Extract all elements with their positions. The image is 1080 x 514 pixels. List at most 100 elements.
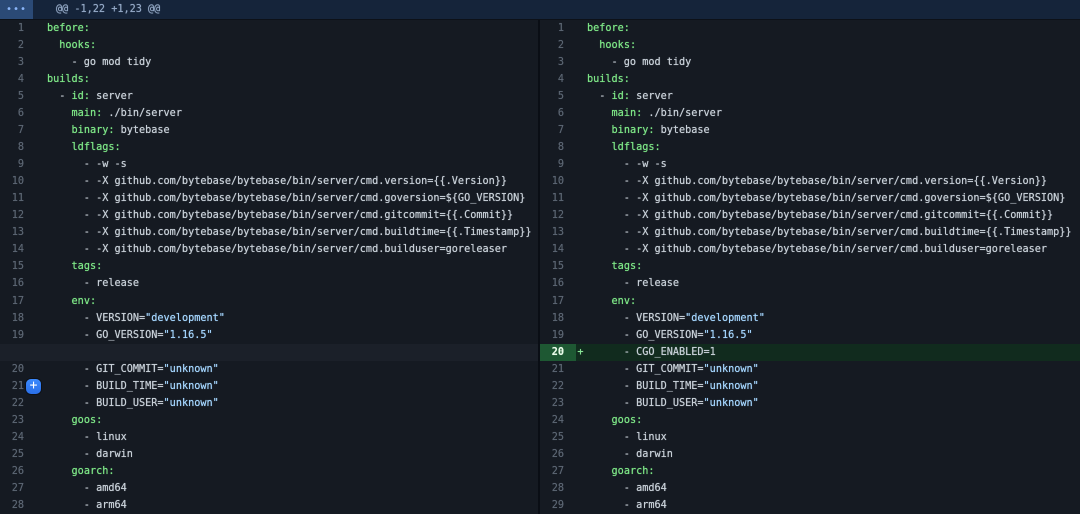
new-line-code[interactable]: env: <box>576 293 1080 310</box>
new-line-number[interactable]: 14 <box>540 241 576 258</box>
old-line-code[interactable]: - -X github.com/bytebase/bytebase/bin/se… <box>36 241 538 258</box>
new-line-number[interactable]: 6 <box>540 105 576 122</box>
new-line-code[interactable]: - -X github.com/bytebase/bytebase/bin/se… <box>576 224 1080 241</box>
new-line-number[interactable]: 11 <box>540 190 576 207</box>
old-line-number[interactable]: 18 <box>0 310 36 327</box>
old-line-number[interactable]: 5 <box>0 88 36 105</box>
new-line-code[interactable]: - -w -s <box>576 156 1080 173</box>
old-line-number[interactable]: 22 <box>0 395 36 412</box>
old-line-number[interactable]: 4 <box>0 71 36 88</box>
old-line-code[interactable]: - VERSION="development" <box>36 310 538 327</box>
old-line-code[interactable]: - release <box>36 275 538 292</box>
new-line-code[interactable]: - darwin <box>576 446 1080 463</box>
new-line-code[interactable]: - -X github.com/bytebase/bytebase/bin/se… <box>576 241 1080 258</box>
new-line-number[interactable]: 19 <box>540 327 576 344</box>
old-line-number[interactable]: 9 <box>0 156 36 173</box>
new-line-code[interactable]: - GO_VERSION="1.16.5" <box>576 327 1080 344</box>
old-line-code[interactable]: - -X github.com/bytebase/bytebase/bin/se… <box>36 190 538 207</box>
new-line-code[interactable]: - go mod tidy <box>576 54 1080 71</box>
new-line-code[interactable]: goos: <box>576 412 1080 429</box>
old-line-code[interactable]: - -X github.com/bytebase/bytebase/bin/se… <box>36 173 538 190</box>
new-line-code[interactable]: + - CGO_ENABLED=1 <box>576 344 1080 361</box>
new-line-code[interactable]: - arm64 <box>576 497 1080 514</box>
old-line-code[interactable]: env: <box>36 293 538 310</box>
old-line-number[interactable]: 1 <box>0 20 36 37</box>
new-line-number[interactable]: 4 <box>540 71 576 88</box>
new-line-number[interactable]: 3 <box>540 54 576 71</box>
new-line-number[interactable]: 15 <box>540 258 576 275</box>
old-line-number[interactable]: 17 <box>0 293 36 310</box>
old-line-code[interactable]: - arm64 <box>36 497 538 514</box>
new-line-number[interactable]: 22 <box>540 378 576 395</box>
new-line-code[interactable]: - BUILD_TIME="unknown" <box>576 378 1080 395</box>
old-line-code[interactable]: - GO_VERSION="1.16.5" <box>36 327 538 344</box>
old-line-number[interactable]: 6 <box>0 105 36 122</box>
new-line-number[interactable]: 24 <box>540 412 576 429</box>
old-line-code[interactable]: - -X github.com/bytebase/bytebase/bin/se… <box>36 207 538 224</box>
add-comment-button[interactable]: + <box>26 379 41 394</box>
new-line-number[interactable]: 25 <box>540 429 576 446</box>
new-line-number[interactable]: 27 <box>540 463 576 480</box>
old-line-code[interactable]: - BUILD_USER="unknown" <box>36 395 538 412</box>
new-line-code[interactable]: - release <box>576 275 1080 292</box>
new-line-number[interactable]: 20 <box>540 344 576 361</box>
old-line-code[interactable]: - BUILD_TIME="unknown" <box>36 378 538 395</box>
new-line-number[interactable]: 8 <box>540 139 576 156</box>
old-line-number[interactable]: 11 <box>0 190 36 207</box>
new-line-code[interactable]: - BUILD_USER="unknown" <box>576 395 1080 412</box>
old-line-number[interactable]: 19 <box>0 327 36 344</box>
new-line-number[interactable]: 10 <box>540 173 576 190</box>
new-line-code[interactable]: - -X github.com/bytebase/bytebase/bin/se… <box>576 190 1080 207</box>
old-line-code[interactable]: goos: <box>36 412 538 429</box>
new-line-number[interactable]: 17 <box>540 293 576 310</box>
new-line-code[interactable]: hooks: <box>576 37 1080 54</box>
old-line-code[interactable]: - linux <box>36 429 538 446</box>
new-line-code[interactable]: - linux <box>576 429 1080 446</box>
new-line-number[interactable]: 29 <box>540 497 576 514</box>
new-line-code[interactable]: main: ./bin/server <box>576 105 1080 122</box>
new-line-code[interactable]: before: <box>576 20 1080 37</box>
new-line-number[interactable]: 28 <box>540 480 576 497</box>
old-line-number[interactable]: 14 <box>0 241 36 258</box>
new-line-number[interactable]: 18 <box>540 310 576 327</box>
new-line-code[interactable]: - GIT_COMMIT="unknown" <box>576 361 1080 378</box>
new-line-number[interactable]: 9 <box>540 156 576 173</box>
new-line-number[interactable]: 26 <box>540 446 576 463</box>
new-line-code[interactable]: - -X github.com/bytebase/bytebase/bin/se… <box>576 173 1080 190</box>
old-line-number[interactable]: 23 <box>0 412 36 429</box>
old-line-code[interactable]: binary: bytebase <box>36 122 538 139</box>
new-line-number[interactable]: 7 <box>540 122 576 139</box>
old-line-code[interactable]: - id: server <box>36 88 538 105</box>
new-line-code[interactable]: - amd64 <box>576 480 1080 497</box>
new-line-number[interactable]: 2 <box>540 37 576 54</box>
new-line-number[interactable]: 13 <box>540 224 576 241</box>
old-line-code[interactable]: tags: <box>36 258 538 275</box>
old-line-number[interactable]: 3 <box>0 54 36 71</box>
new-line-code[interactable]: builds: <box>576 71 1080 88</box>
old-line-code[interactable]: - GIT_COMMIT="unknown" <box>36 361 538 378</box>
new-line-code[interactable]: - id: server <box>576 88 1080 105</box>
old-line-code[interactable]: ldflags: <box>36 139 538 156</box>
new-line-number[interactable]: 23 <box>540 395 576 412</box>
new-line-number[interactable]: 12 <box>540 207 576 224</box>
new-line-number[interactable]: 21 <box>540 361 576 378</box>
expand-hunk-button[interactable]: ••• <box>0 0 33 19</box>
new-line-code[interactable]: binary: bytebase <box>576 122 1080 139</box>
old-line-number[interactable]: 27 <box>0 480 36 497</box>
old-line-code[interactable]: hooks: <box>36 37 538 54</box>
old-line-code[interactable]: main: ./bin/server <box>36 105 538 122</box>
old-line-code[interactable]: - go mod tidy <box>36 54 538 71</box>
old-line-number[interactable]: 7 <box>0 122 36 139</box>
old-line-code[interactable]: - -X github.com/bytebase/bytebase/bin/se… <box>36 224 538 241</box>
new-line-code[interactable]: - VERSION="development" <box>576 310 1080 327</box>
old-line-number[interactable]: 15 <box>0 258 36 275</box>
new-line-number[interactable]: 1 <box>540 20 576 37</box>
old-line-code[interactable]: builds: <box>36 71 538 88</box>
old-line-number[interactable]: 24 <box>0 429 36 446</box>
old-line-code[interactable]: before: <box>36 20 538 37</box>
old-line-number[interactable]: 26 <box>0 463 36 480</box>
new-line-number[interactable]: 5 <box>540 88 576 105</box>
new-line-code[interactable]: tags: <box>576 258 1080 275</box>
old-line-code[interactable]: - darwin <box>36 446 538 463</box>
old-line-number[interactable]: 20 <box>0 361 36 378</box>
